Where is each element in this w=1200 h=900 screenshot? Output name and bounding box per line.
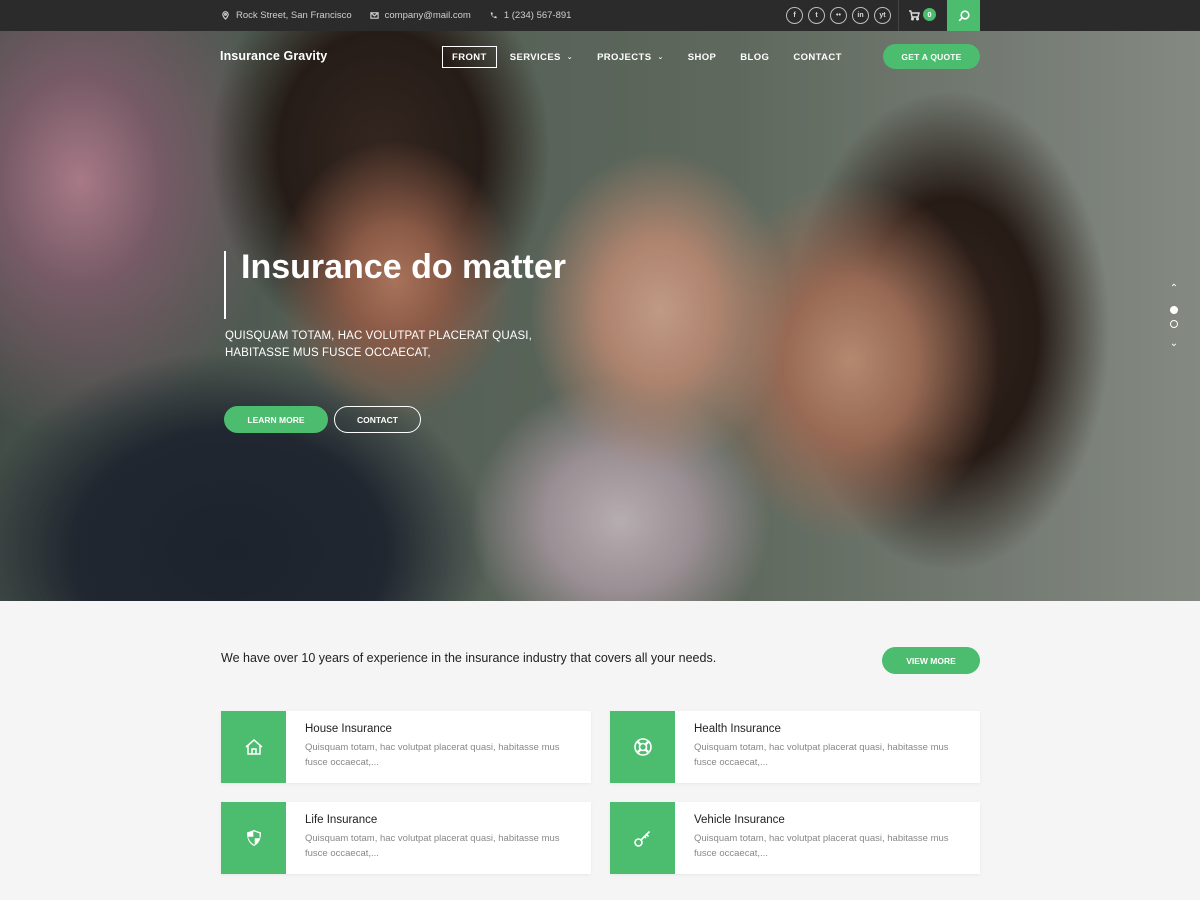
get-a-quote-button[interactable]: GET A QUOTE: [883, 44, 980, 69]
card-icon-box: [221, 802, 286, 874]
slider-dot[interactable]: [1170, 320, 1178, 328]
nav-item-front[interactable]: FRONT: [442, 46, 497, 68]
service-card-health[interactable]: Health Insurance Quisquam totam, hac vol…: [610, 711, 980, 783]
chevron-down-icon: ⌄: [657, 54, 664, 61]
contact-button[interactable]: CONTACT: [334, 406, 421, 433]
email[interactable]: company@mail.com: [369, 10, 471, 21]
twitter-icon[interactable]: t: [808, 7, 825, 24]
card-description: Quisquam totam, hac volutpat placerat qu…: [305, 742, 560, 768]
service-card-vehicle[interactable]: Vehicle Insurance Quisquam totam, hac vo…: [610, 802, 980, 874]
house-icon: [245, 739, 262, 755]
search-button[interactable]: [947, 0, 980, 31]
key-icon: [633, 830, 650, 847]
location-pin-icon: [222, 11, 229, 20]
social-links: f t •• in yt: [786, 7, 891, 24]
card-icon-box: [610, 711, 675, 783]
address: Rock Street, San Francisco: [221, 10, 352, 21]
nav-item-contact[interactable]: CONTACT: [793, 46, 842, 68]
hero-slider: [0, 31, 1200, 601]
site-logo[interactable]: Insurance Gravity: [220, 49, 327, 63]
address-text: Rock Street, San Francisco: [236, 10, 352, 21]
top-bar: Rock Street, San Francisco company@mail.…: [0, 0, 1200, 31]
slider-dot-active[interactable]: [1170, 306, 1178, 314]
card-description: Quisquam totam, hac volutpat placerat qu…: [694, 742, 949, 768]
card-title[interactable]: Life Insurance: [305, 814, 377, 826]
lifebuoy-icon: [633, 738, 652, 756]
slider-next-arrow-icon[interactable]: ⌄: [1168, 339, 1180, 349]
email-text[interactable]: company@mail.com: [385, 10, 471, 21]
card-icon-box: [610, 802, 675, 874]
envelope-icon: [369, 12, 379, 19]
cart-button[interactable]: 0: [908, 8, 936, 21]
facebook-icon[interactable]: f: [786, 7, 803, 24]
nav-item-projects[interactable]: PROJECTS ⌄: [597, 46, 664, 68]
phone-icon: [490, 12, 497, 19]
contact-info: Rock Street, San Francisco company@mail.…: [221, 0, 571, 31]
chevron-down-icon: ⌄: [566, 54, 574, 61]
hero-background-image: [0, 31, 1200, 601]
hero-subtitle: QUISQUAM TOTAM, HAC VOLUTPAT PLACERAT QU…: [225, 330, 532, 359]
hero-title: Insurance do matter: [241, 248, 566, 286]
cart-icon: [909, 9, 920, 20]
learn-more-button[interactable]: LEARN MORE: [224, 406, 328, 433]
service-card-life[interactable]: Life Insurance Quisquam totam, hac volut…: [221, 802, 591, 874]
card-title[interactable]: Health Insurance: [694, 723, 781, 735]
main-nav: FRONT SERVICES ⌄ PROJECTS ⌄ SHOP BLOG CONT…: [442, 46, 866, 68]
intro-tagline: We have over 10 years of experience in t…: [221, 651, 717, 665]
flickr-icon[interactable]: ••: [830, 7, 847, 24]
slider-prev-arrow-icon[interactable]: ⌃: [1168, 284, 1180, 294]
nav-item-services[interactable]: SERVICES ⌄: [510, 46, 573, 68]
view-more-button[interactable]: VIEW MORE: [882, 647, 980, 674]
youtube-icon[interactable]: yt: [874, 7, 891, 24]
card-title[interactable]: Vehicle Insurance: [694, 814, 785, 826]
card-title[interactable]: House Insurance: [305, 723, 392, 735]
hero-title-accent-bar: [224, 251, 226, 319]
nav-item-shop[interactable]: SHOP: [688, 46, 717, 68]
card-description: Quisquam totam, hac volutpat placerat qu…: [694, 833, 949, 859]
nav-item-blog[interactable]: BLOG: [740, 46, 769, 68]
card-icon-box: [221, 711, 286, 783]
cart-count-badge: 0: [923, 8, 936, 21]
divider: [898, 0, 899, 31]
linkedin-icon[interactable]: in: [852, 7, 869, 24]
shield-icon: [246, 830, 261, 846]
search-icon: [958, 9, 970, 21]
service-card-house[interactable]: House Insurance Quisquam totam, hac volu…: [221, 711, 591, 783]
card-description: Quisquam totam, hac volutpat placerat qu…: [305, 833, 560, 859]
phone[interactable]: 1 (234) 567-891: [489, 10, 572, 21]
phone-text[interactable]: 1 (234) 567-891: [504, 10, 572, 21]
